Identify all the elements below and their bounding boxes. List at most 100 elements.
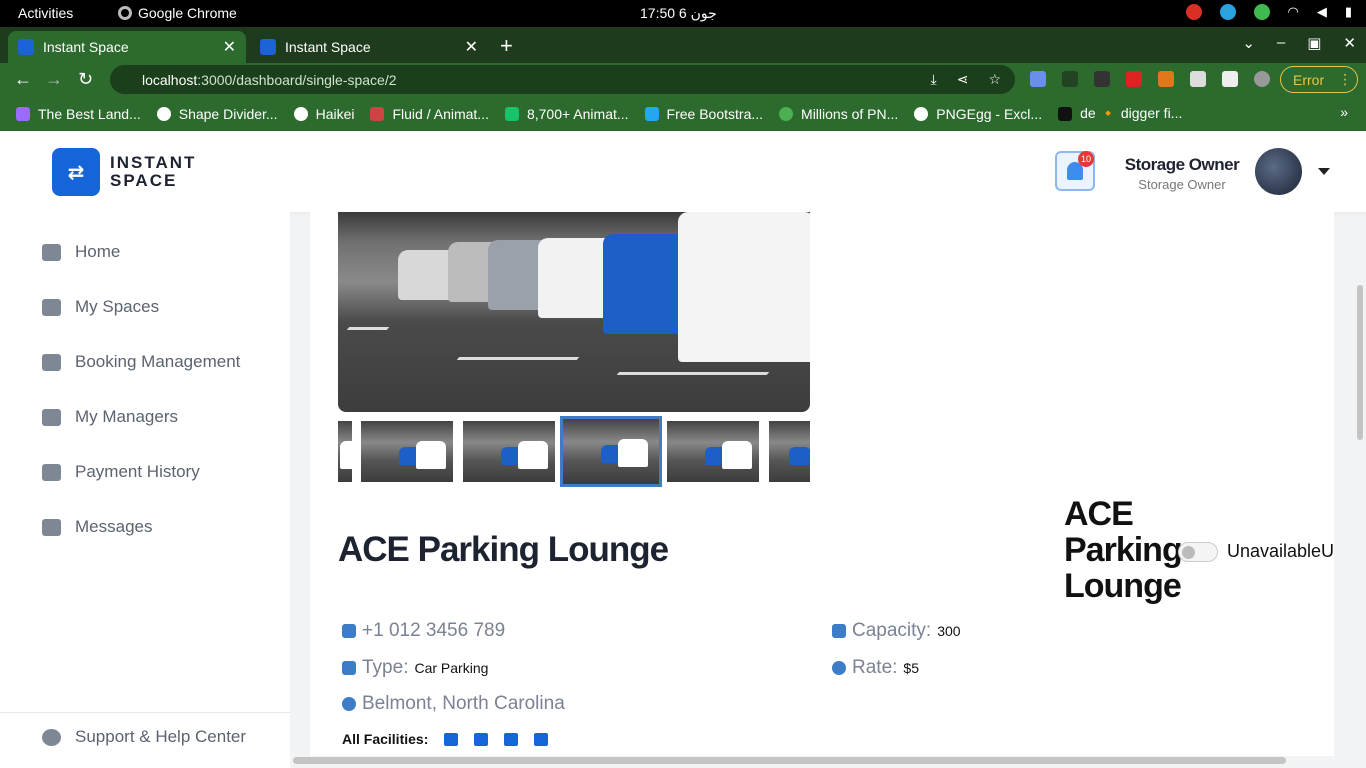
sidebar-item-label: My Managers [75,407,178,426]
user-role: Storage Owner [1138,177,1226,192]
chevron-down-icon[interactable] [1318,168,1330,175]
tray-app-icon-2[interactable] [1253,4,1270,20]
chrome-icon [118,6,132,20]
extension-icon[interactable] [1094,71,1110,87]
bookmark-item[interactable]: PNGEgg - Excl... [914,106,1042,122]
battery-icon[interactable]: ▮ [1345,4,1352,20]
close-tab-icon[interactable]: ✕ [465,37,478,57]
bookmark-icon [370,106,385,121]
bookmark-star-icon[interactable]: ☆ [988,71,1001,88]
url-path: :3000/dashboard/single-space/2 [197,71,397,88]
active-app-name: Google Chrome [138,5,237,21]
rate-label: Rate: [852,657,898,678]
window-controls: ⌄ – ▣ ✕ [1242,34,1356,52]
main-space-image[interactable] [338,212,810,412]
bookmark-item[interactable]: 8,700+ Animat... [504,105,629,122]
bookmark-item[interactable]: Haikei [293,106,354,122]
messages-icon [42,518,61,536]
location-info: Belmont, North Carolina [342,693,565,715]
system-tray[interactable]: ◠ ◀ ▮ [1185,4,1352,20]
bookmark-item[interactable]: de 🔸 digger fi... [1058,105,1182,122]
maximize-icon[interactable]: ▣ [1307,34,1321,52]
bookmark-label: Shape Divider... [178,105,278,122]
bookmark-item[interactable]: Shape Divider... [156,105,278,122]
space-title-side: ACE Parking Lounge [1064,495,1183,605]
type-label: Type: [362,657,409,678]
thumbnail[interactable] [338,421,352,482]
avatar[interactable] [1255,148,1302,195]
url-bar[interactable]: localhost:3000/dashboard/single-space/2 … [110,65,1015,94]
type-value: Car Parking [414,660,489,676]
reload-icon[interactable]: ↻ [78,69,93,90]
booking-icon [42,353,61,371]
sidebar-item-support[interactable]: Support & Help Center [42,727,246,747]
puzzle-icon[interactable] [1190,71,1206,87]
availability-status: UnavailableUna [1227,541,1334,561]
payment-icon [42,463,61,481]
activities-button[interactable]: Activities [18,5,73,21]
instant-space-logo[interactable]: ⇄ INSTANT SPACE [52,148,196,196]
type-info: Type: Car Parking [342,657,488,679]
bookmark-icon [644,106,659,121]
thumbnail[interactable] [667,421,759,482]
metamask-icon[interactable] [1158,71,1174,87]
sidebar-item-payment-history[interactable]: Payment History [42,462,200,482]
sidebar: Home My Spaces Booking Management My Man… [0,212,290,768]
facility-icon [504,732,519,746]
extension-icons [1030,71,1270,87]
forward-icon[interactable]: → [45,69,63,90]
extension-icon[interactable] [1030,71,1046,87]
wifi-icon[interactable]: ◠ [1288,4,1299,20]
error-button[interactable]: Error ⋮ [1280,66,1358,93]
facilities-label: All Facilities: [342,731,429,747]
tray-app-icon[interactable] [1219,4,1236,20]
tab-search-icon[interactable]: ⌄ [1242,34,1255,52]
thumbnail-selected[interactable] [560,416,662,487]
side-panel-icon[interactable] [1222,71,1238,87]
tab-instant-space[interactable]: Instant Space ✕ [250,31,488,63]
volume-icon[interactable]: ◀ [1317,4,1327,20]
site-favicon-icon [18,39,34,55]
bookmark-label: PNGEgg - Excl... [936,105,1043,122]
tab-instant-space-active[interactable]: Instant Space ✕ [8,31,246,63]
new-tab-button[interactable]: + [500,33,513,59]
share-icon[interactable]: ⋖ [957,71,969,88]
clock[interactable]: 17:50 6 جون [640,5,717,22]
tab-title: Instant Space [285,39,371,55]
availability-toggle[interactable] [1178,542,1218,562]
extension-icon[interactable] [1126,71,1142,87]
extension-icon[interactable] [1062,71,1078,87]
more-bookmarks-icon[interactable]: » [1340,104,1348,120]
bookmark-label: 8,700+ Animat... [526,105,629,122]
sidebar-item-booking-management[interactable]: Booking Management [42,352,240,372]
notifications-button[interactable]: 10 [1055,151,1095,191]
sidebar-item-my-managers[interactable]: My Managers [42,407,178,427]
logo-line-2: SPACE [110,171,178,190]
thumbnail[interactable] [361,421,453,482]
bookmark-item[interactable]: Fluid / Animat... [370,106,489,122]
sidebar-item-my-spaces[interactable]: My Spaces [42,297,159,317]
thumbnail[interactable] [769,421,810,482]
bookmark-item[interactable]: The Best Land... [16,106,141,122]
minimize-icon[interactable]: – [1277,34,1285,52]
car-shape [789,447,810,465]
sidebar-item-home[interactable]: Home [42,242,120,262]
bookmark-item[interactable]: Millions of PN... [779,106,898,122]
bookmark-item[interactable]: Free Bootstra... [644,105,764,122]
back-icon[interactable]: ← [14,69,32,90]
menu-kebab-icon: ⋮ [1338,71,1353,87]
thumbnail[interactable] [463,421,555,482]
close-window-icon[interactable]: ✕ [1343,34,1356,52]
active-app-indicator[interactable]: Google Chrome [118,5,237,21]
horizontal-scrollbar[interactable] [293,757,1286,764]
install-icon[interactable]: ⤓ [931,71,937,88]
close-tab-icon[interactable]: ✕ [223,37,236,57]
sidebar-item-messages[interactable]: Messages [42,517,152,537]
profile-icon[interactable] [1254,71,1270,87]
chrome-tray-icon[interactable] [1185,4,1202,20]
vertical-scrollbar[interactable] [1357,285,1363,440]
bookmark-label: Free Bootstra... [666,105,764,122]
sidebar-item-label: Support & Help Center [75,727,247,746]
toggle-knob [1182,546,1195,559]
facilities-row: All Facilities: [342,731,549,747]
